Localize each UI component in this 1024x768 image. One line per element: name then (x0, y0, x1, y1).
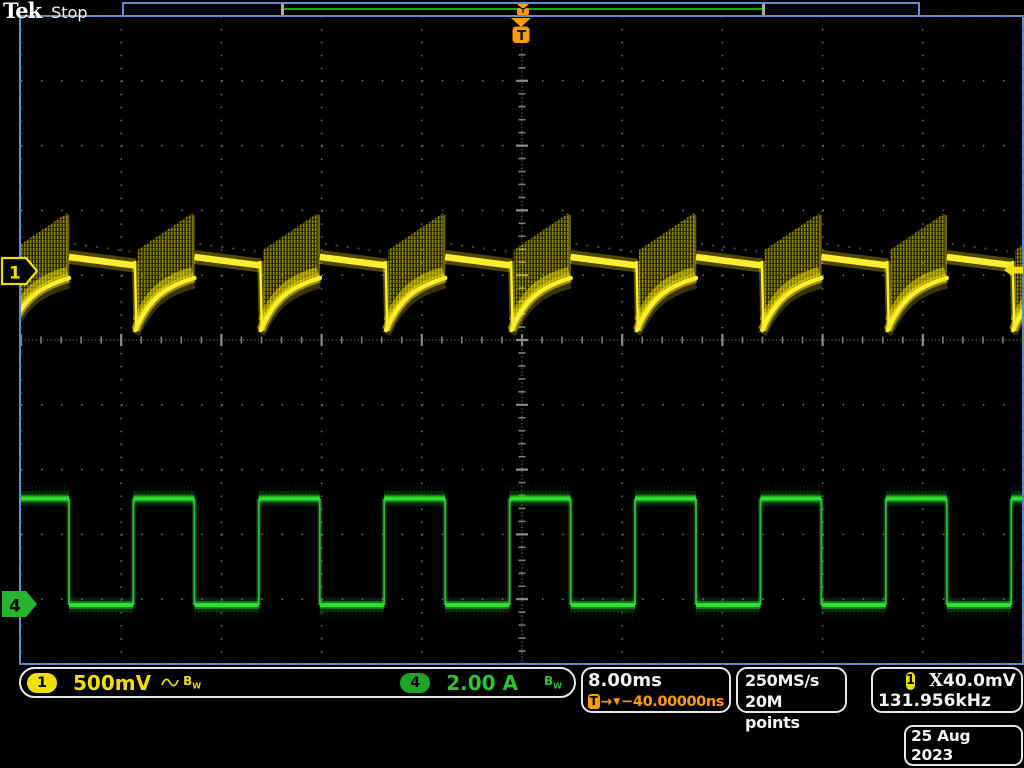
arrow-right-icon: → (601, 694, 613, 710)
trigger-position-label: T (517, 28, 527, 44)
status-bar: Tek Stop (3, 0, 88, 23)
trigger-frequency: 131.956kHz (878, 691, 1016, 712)
ch1-bandwidth-icon: BW (183, 674, 201, 690)
acquisition-status: Stop (51, 3, 87, 22)
horizontal-scale: 8.00ms (588, 670, 724, 691)
ch4-badge[interactable]: 4 (400, 673, 430, 693)
trigger-slope-icon: X (929, 670, 943, 691)
ch4-trace (8, 490, 1023, 615)
horizontal-delay: −40.00000ns (621, 694, 724, 710)
trigger-readout-box[interactable]: 1 X 40.0mV 131.956kHz (871, 667, 1023, 713)
trigger-position-triangle-icon (511, 18, 531, 27)
trigger-source-badge: 1 (906, 672, 915, 690)
acquisition-readout-box[interactable]: 250MS/s 20M points (736, 667, 847, 713)
ch4-scale: 2.00 A (446, 671, 518, 695)
date-label: 25 Aug 2023 (911, 727, 1016, 765)
scope-display: T 1 4 (0, 0, 1024, 768)
horizontal-readout-box[interactable]: 8.00ms T → ▼ −40.00000ns (581, 667, 731, 713)
acquisition-preview-bar[interactable]: T (122, 2, 920, 17)
tek-logo: Tek (3, 0, 41, 23)
trigger-position-small-marker[interactable]: T (517, 8, 529, 15)
ac-coupling-icon (161, 677, 179, 689)
ch4-ground-marker[interactable]: 4 (2, 591, 37, 617)
trigger-level: 40.0mV (943, 671, 1019, 691)
ch1-marker-label: 1 (9, 264, 21, 284)
sample-rate: 250MS/s (745, 670, 838, 691)
ch4-bandwidth-icon: BW (544, 674, 562, 690)
ch1-scale: 500mV (73, 671, 151, 695)
record-length: 20M points (745, 691, 838, 733)
ch1-trace (10, 213, 1024, 334)
channel-readout-box[interactable]: 1 500mV BW 4 2.00 A BW (19, 667, 576, 698)
expansion-bracket-right-icon (762, 4, 765, 15)
expansion-bracket-left-icon (281, 4, 284, 15)
ch4-marker-label: 4 (9, 597, 21, 617)
trigger-t-icon: T (588, 694, 600, 709)
triangle-down-icon: ▼ (613, 697, 620, 707)
trigger-position-marker[interactable]: T (511, 18, 531, 44)
graticule-grid (21, 16, 1023, 664)
ch1-badge[interactable]: 1 (27, 673, 57, 693)
oscilloscope-screen: Tek Stop T T 1 (0, 0, 1024, 768)
datetime-box: 25 Aug 2023 10:49:33 (904, 725, 1023, 766)
